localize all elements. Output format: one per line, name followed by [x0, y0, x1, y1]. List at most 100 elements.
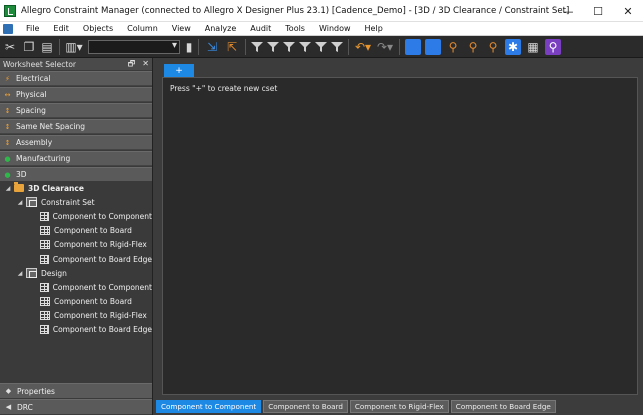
network-icon[interactable]: ⚲: [485, 39, 501, 55]
category-spacing[interactable]: ↕ Spacing: [0, 103, 152, 118]
menu-view[interactable]: View: [165, 22, 198, 36]
menu-objects[interactable]: Objects: [76, 22, 120, 36]
electrical-icon: ⚡: [5, 74, 10, 83]
tree-node-3d-clearance[interactable]: ◢ 3D Clearance: [0, 181, 152, 195]
worksheet-icon: [40, 226, 50, 236]
close-button[interactable]: ✕: [613, 0, 643, 22]
close-pane-icon[interactable]: ✕: [142, 58, 149, 70]
menu-audit[interactable]: Audit: [243, 22, 278, 36]
category-assembly[interactable]: ↕ Assembly: [0, 135, 152, 150]
analyze-icon[interactable]: [405, 38, 421, 55]
copy-icon[interactable]: ❐: [22, 39, 36, 55]
minimize-button[interactable]: —: [553, 0, 583, 22]
tab-component-to-board-edge[interactable]: Component to Board Edge: [450, 400, 556, 413]
tree-node-design[interactable]: ◢ Design: [0, 266, 152, 280]
worksheet-tree: ◢ 3D Clearance ◢ Constraint Set Componen…: [0, 181, 152, 381]
worksheet-area: + Press "+" to create new cset Component…: [154, 58, 643, 415]
properties-section[interactable]: ◆ Properties: [0, 383, 152, 398]
filter-icon[interactable]: [267, 41, 279, 53]
menu-window[interactable]: Window: [312, 22, 358, 36]
category-3d[interactable]: ● 3D: [0, 167, 152, 182]
search-icon[interactable]: ⚲: [545, 38, 561, 55]
category-label: Manufacturing: [16, 154, 71, 163]
network-icon[interactable]: ⚲: [465, 39, 481, 55]
drc-section[interactable]: ◀ DRC: [0, 399, 152, 414]
tree-leaf[interactable]: Component to Board: [0, 224, 152, 238]
tab-component-to-component[interactable]: Component to Component: [156, 400, 262, 413]
assembly-icon: ↕: [4, 138, 11, 147]
expand-arrow-icon[interactable]: ◢: [16, 270, 24, 277]
menu-analyze[interactable]: Analyze: [198, 22, 244, 36]
toolbar-divider: [59, 38, 60, 55]
toolbar-divider: [348, 38, 349, 55]
format-icon[interactable]: ▥▾: [65, 39, 83, 55]
worksheet-canvas[interactable]: Press "+" to create new cset: [162, 77, 638, 395]
filter-icon[interactable]: [315, 41, 327, 53]
undo-icon[interactable]: ↶▾: [354, 39, 372, 55]
3d-icon: ●: [4, 170, 11, 179]
add-cset-button[interactable]: +: [164, 64, 194, 77]
worksheet-icon: [40, 211, 49, 221]
category-manufacturing[interactable]: ● Manufacturing: [0, 151, 152, 166]
spreadsheet-icon[interactable]: ▦: [525, 39, 541, 55]
toolbar-combo[interactable]: [88, 39, 180, 54]
tab-component-to-rigid-flex[interactable]: Component to Rigid-Flex: [349, 400, 449, 413]
bookmark-icon[interactable]: ▮: [185, 39, 193, 55]
properties-icon[interactable]: [425, 38, 441, 55]
app-logo-icon: [4, 4, 16, 17]
menu-help[interactable]: Help: [358, 22, 390, 36]
menu-bar: File Edit Objects Column View Analyze Au…: [0, 22, 643, 36]
physical-icon: ↔: [4, 90, 11, 99]
category-electrical[interactable]: ⚡ Electrical: [0, 71, 152, 86]
tree-leaf[interactable]: Component to Rigid-Flex: [0, 309, 152, 323]
scissors-icon[interactable]: ✂: [2, 39, 18, 55]
tree-label: Component to Component: [52, 211, 152, 221]
section-label: DRC: [17, 402, 33, 412]
import-icon[interactable]: ⇲: [204, 39, 220, 55]
expand-arrow-icon[interactable]: ◢: [16, 199, 24, 206]
menu-file[interactable]: File: [19, 22, 46, 36]
tree-node-constraint-set[interactable]: ◢ Constraint Set: [0, 195, 152, 209]
tree-label: Component to Board Edge: [52, 325, 152, 335]
tree-label: Component to Board: [54, 297, 132, 307]
worksheet-selector-pane: Worksheet Selector 🗗 ✕ ⚡ Electrical ↔ Ph…: [0, 58, 153, 415]
paste-icon[interactable]: ▤: [40, 39, 54, 55]
tree-leaf[interactable]: Component to Board Edge: [0, 252, 152, 266]
maximize-button[interactable]: ☐: [583, 0, 613, 22]
filter-icon[interactable]: [251, 41, 263, 53]
properties-icon: ◆: [5, 387, 12, 395]
design-icon: [26, 268, 37, 279]
network-icon[interactable]: ⚲: [445, 39, 461, 55]
tree-leaf[interactable]: Component to Component: [0, 209, 152, 223]
tree-label: Component to Rigid-Flex: [54, 311, 147, 321]
category-same-net-spacing[interactable]: ↕ Same Net Spacing: [0, 119, 152, 134]
category-physical[interactable]: ↔ Physical: [0, 87, 152, 102]
expand-arrow-icon[interactable]: ◢: [4, 185, 12, 192]
worksheet-tabs: Component to Component Component to Boar…: [156, 400, 556, 415]
tree-leaf[interactable]: Component to Rigid-Flex: [0, 238, 152, 252]
menu-column[interactable]: Column: [120, 22, 165, 36]
tree-leaf[interactable]: Component to Component: [0, 280, 152, 294]
empty-hint: Press "+" to create new cset: [170, 84, 278, 93]
tree-label: Design: [41, 268, 67, 278]
menu-edit[interactable]: Edit: [46, 22, 76, 36]
settings-icon[interactable]: ✱: [505, 38, 521, 55]
system-menu-icon[interactable]: [3, 23, 13, 34]
tree-label: 3D Clearance: [28, 183, 84, 193]
filter-icon[interactable]: [299, 41, 311, 53]
tree-leaf[interactable]: Component to Board: [0, 295, 152, 309]
redo-icon[interactable]: ↷▾: [376, 39, 394, 55]
tree-leaf[interactable]: Component to Board Edge: [0, 323, 152, 337]
toolbar: ✂ ❐ ▤ ▥▾ ▮ ⇲ ⇱ ↶▾ ↷▾ ⚲ ⚲ ⚲ ✱ ▦ ⚲: [0, 36, 643, 58]
tab-component-to-board[interactable]: Component to Board: [263, 400, 348, 413]
filter-icon[interactable]: [283, 41, 295, 53]
tree-label: Component to Component: [52, 282, 152, 292]
tree-label: Component to Rigid-Flex: [54, 240, 147, 250]
export-icon[interactable]: ⇱: [224, 39, 240, 55]
float-pane-icon[interactable]: 🗗: [128, 58, 136, 70]
menu-tools[interactable]: Tools: [278, 22, 312, 36]
constraint-manager-window: Allegro Constraint Manager (connected to…: [0, 0, 643, 415]
category-label: Same Net Spacing: [16, 122, 86, 131]
filter-icon[interactable]: [331, 41, 343, 53]
window-title: Allegro Constraint Manager (connected to…: [21, 5, 570, 16]
